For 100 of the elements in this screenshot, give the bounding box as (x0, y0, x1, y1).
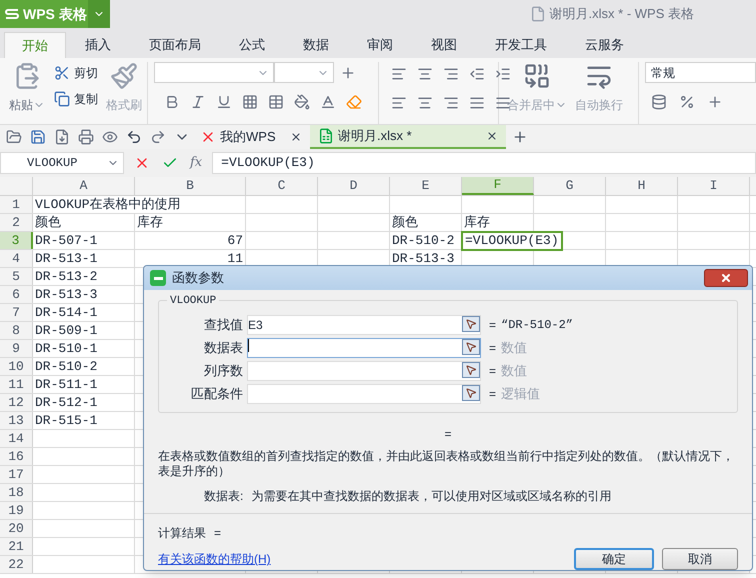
save-icon[interactable] (30, 129, 46, 145)
row-header[interactable]: 1 (0, 196, 33, 213)
column-header[interactable]: I (678, 177, 750, 195)
percent-icon[interactable] (679, 94, 695, 110)
spreadsheet-icon (318, 128, 334, 144)
align-center-icon[interactable] (417, 95, 433, 111)
row-header[interactable]: 11 (0, 376, 33, 393)
menu-tab[interactable]: 页面布局 (130, 32, 220, 58)
preview-icon[interactable] (102, 129, 118, 145)
scissors-icon (54, 65, 70, 81)
number-format-dropdown[interactable]: 常规 (645, 62, 756, 83)
formula-equals-sign: = (444, 426, 452, 443)
cursor-icon (465, 387, 477, 399)
table-cell-text: 67 (226, 232, 244, 249)
underline-icon[interactable] (216, 94, 232, 110)
menu-tab[interactable]: 开始 (4, 32, 66, 58)
range-picker-icon[interactable] (462, 339, 480, 355)
menu-tab[interactable]: 插入 (66, 32, 130, 58)
close-icon[interactable] (290, 131, 302, 143)
cut-button[interactable]: 剪切 (54, 64, 98, 82)
row-header[interactable]: 14 (0, 430, 33, 447)
dialog-title: 函数参数 (172, 269, 224, 288)
decrease-indent-icon[interactable] (469, 66, 485, 82)
italic-icon[interactable] (190, 94, 206, 110)
align-top-icon[interactable] (391, 66, 407, 82)
row-header[interactable]: 20 (0, 520, 33, 537)
table-icon[interactable] (268, 94, 284, 110)
document-tab[interactable]: 我的WPS (196, 125, 306, 149)
menu-tab[interactable]: 云服务 (566, 32, 643, 58)
align-bottom-icon[interactable] (443, 66, 459, 82)
brush-icon (110, 62, 138, 90)
row-header[interactable]: 7 (0, 304, 33, 321)
document-tab[interactable]: 谢明月.xlsx * (310, 125, 506, 149)
row-header[interactable]: 9 (0, 340, 33, 357)
row-header[interactable]: 22 (0, 556, 33, 573)
export-pdf-icon[interactable] (54, 129, 70, 145)
app-logo-icon (150, 270, 166, 286)
row-header[interactable]: 17 (0, 466, 33, 483)
row-header[interactable]: 18 (0, 484, 33, 501)
align-right-icon[interactable] (443, 95, 459, 111)
function-description: 在表格或数值数组的首列查找指定的数值，并由此返回表格或数组当前行中指定列处的数值。（默认情况下，表是升序的） (158, 449, 735, 479)
menu-tab[interactable]: 数据 (284, 32, 348, 58)
cursor-icon (465, 364, 477, 376)
equals-sign: = (489, 363, 498, 380)
argument-result: 数值 (501, 362, 527, 380)
insert-function-button[interactable]: fx (188, 153, 204, 173)
row-header[interactable]: 19 (0, 502, 33, 519)
argument-result: 数值 (501, 339, 527, 358)
new-tab-icon[interactable] (512, 129, 528, 145)
row-header[interactable]: 6 (0, 286, 33, 303)
row-header[interactable]: 13 (0, 412, 33, 429)
borders-icon[interactable] (242, 94, 258, 110)
redo-icon[interactable] (150, 129, 166, 145)
column-header[interactable]: D (318, 177, 390, 195)
argument-field[interactable] (247, 338, 481, 358)
menu-tab[interactable]: 审阅 (348, 32, 412, 58)
row-header[interactable]: 4 (0, 250, 33, 267)
increase-indent-icon[interactable] (495, 66, 511, 82)
justify-icon[interactable] (469, 95, 485, 111)
argument-field[interactable]: E3 (247, 315, 481, 335)
menu-tab[interactable]: 视图 (412, 32, 476, 58)
row-header[interactable]: 16 (0, 448, 33, 465)
column-header[interactable]: C (246, 177, 318, 195)
row-header[interactable]: 12 (0, 394, 33, 411)
paste-button[interactable]: 粘贴 (8, 62, 46, 124)
range-picker-icon[interactable] (462, 385, 480, 401)
column-header[interactable]: H (606, 177, 678, 195)
row-header[interactable]: 21 (0, 538, 33, 555)
close-button[interactable] (704, 269, 748, 287)
equals-sign: = (489, 386, 498, 403)
row-header[interactable]: 2 (0, 214, 33, 231)
column-header[interactable]: A (33, 177, 135, 195)
window-title: 谢明月.xlsx * - WPS 表格 (550, 5, 694, 24)
cell-editor[interactable]: =VLOOKUP(E3) (461, 231, 563, 251)
align-left-icon[interactable] (391, 95, 407, 111)
range-picker-icon[interactable] (462, 362, 480, 378)
dialog-button[interactable]: 取消 (662, 548, 738, 570)
range-picker-icon[interactable] (462, 316, 480, 332)
argument-label: 匹配条件 (190, 385, 244, 404)
menu-tab[interactable]: 公式 (220, 32, 284, 58)
cursor-icon (465, 318, 477, 330)
dialog-button[interactable]: 确定 (574, 548, 654, 570)
font-color-icon[interactable] (320, 94, 336, 110)
row-header[interactable]: 8 (0, 322, 33, 339)
argument-label: 数据表 (203, 339, 244, 358)
column-header[interactable]: B (135, 177, 246, 195)
formula-field[interactable]: =VLOOKUP(E3) (212, 152, 756, 174)
close-icon[interactable] (486, 130, 498, 142)
row-header[interactable]: 5 (0, 268, 33, 285)
undo-icon[interactable] (126, 129, 142, 145)
fill-color-icon[interactable] (294, 94, 310, 110)
menu-tab[interactable]: 开发工具 (476, 32, 566, 58)
copy-button[interactable]: 复制 (54, 90, 98, 108)
print-icon[interactable] (78, 129, 94, 145)
align-middle-icon[interactable] (417, 66, 433, 82)
row-header[interactable]: 10 (0, 358, 33, 375)
column-header[interactable]: G (534, 177, 606, 195)
document-icon (530, 6, 546, 22)
open-icon[interactable] (6, 129, 22, 145)
help-link[interactable]: 有关该函数的帮助(H) (158, 550, 271, 568)
